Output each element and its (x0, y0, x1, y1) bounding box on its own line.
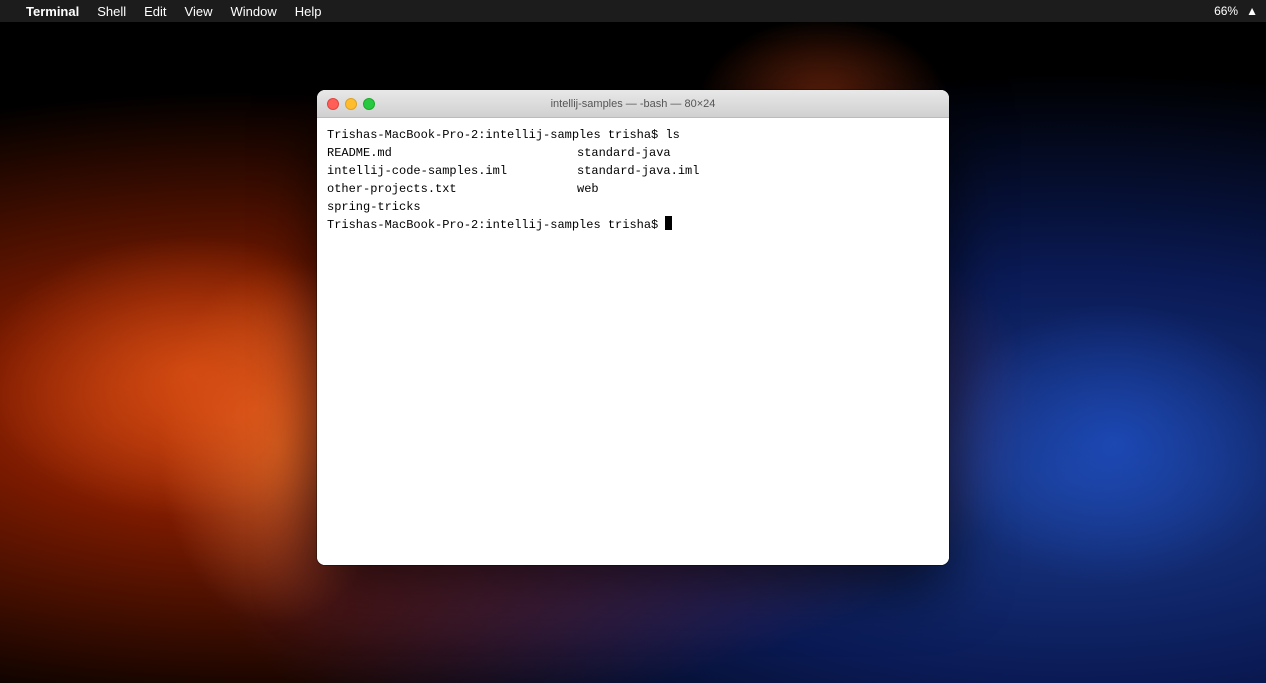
maximize-button[interactable] (363, 98, 375, 110)
menubar-item-shell[interactable]: Shell (89, 2, 134, 21)
menubar-right: 66% ▲ (1214, 4, 1258, 18)
file-col2-empty (577, 198, 939, 216)
file-web: web (577, 180, 939, 198)
terminal-window: intellij-samples — -bash — 80×24 Trishas… (317, 90, 949, 565)
menubar-item-help[interactable]: Help (287, 2, 330, 21)
terminal-body[interactable]: Trishas-MacBook-Pro-2:intellij-samples t… (317, 118, 949, 565)
traffic-lights (327, 98, 375, 110)
file-standard-java: standard-java (577, 144, 939, 162)
menubar-battery: 66% (1214, 4, 1238, 18)
file-standard-java-iml: standard-java.iml (577, 162, 939, 180)
file-spring-tricks: spring-tricks (327, 198, 577, 216)
file-readme: README.md (327, 144, 577, 162)
menubar: Terminal Shell Edit View Window Help 66%… (0, 0, 1266, 22)
file-other-projects: other-projects.txt (327, 180, 577, 198)
menubar-items: Terminal Shell Edit View Window Help (18, 2, 330, 21)
menubar-item-window[interactable]: Window (223, 2, 285, 21)
minimize-button[interactable] (345, 98, 357, 110)
menubar-item-view[interactable]: View (177, 2, 221, 21)
file-intellij-iml: intellij-code-samples.iml (327, 162, 577, 180)
terminal-space (658, 126, 665, 144)
terminal-space2 (658, 216, 665, 234)
terminal-titlebar: intellij-samples — -bash — 80×24 (317, 90, 949, 118)
terminal-prompt-line: Trishas-MacBook-Pro-2:intellij-samples t… (327, 126, 939, 144)
close-button[interactable] (327, 98, 339, 110)
terminal-file-list: README.md standard-java intellij-code-sa… (327, 144, 939, 216)
terminal-command: ls (665, 126, 679, 144)
terminal-prompt2-text: Trishas-MacBook-Pro-2:intellij-samples t… (327, 216, 658, 234)
terminal-cursor (665, 216, 672, 230)
menubar-app-name[interactable]: Terminal (18, 2, 87, 21)
menubar-item-edit[interactable]: Edit (136, 2, 174, 21)
terminal-title: intellij-samples — -bash — 80×24 (551, 98, 716, 110)
terminal-prompt2-line: Trishas-MacBook-Pro-2:intellij-samples t… (327, 216, 939, 234)
terminal-prompt-text: Trishas-MacBook-Pro-2:intellij-samples t… (327, 126, 658, 144)
menubar-wifi-icon: ▲ (1246, 4, 1258, 18)
